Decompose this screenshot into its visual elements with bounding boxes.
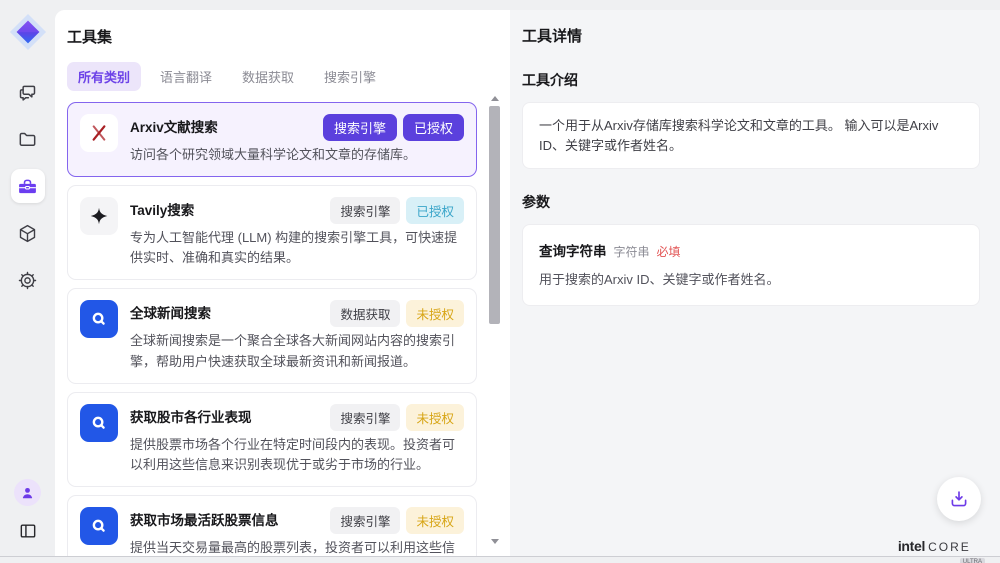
category-badge: 搜索引擎 bbox=[330, 507, 400, 534]
tool-description: 访问各个研究领域大量科学论文和文章的存储库。 bbox=[130, 145, 464, 165]
auth-status-badge: 已授权 bbox=[406, 197, 464, 224]
page-title: 工具集 bbox=[67, 26, 510, 47]
tool-body: Arxiv文献搜索 搜索引擎 已授权 访问各个研究领域大量科学论文和文章的存储库… bbox=[130, 114, 464, 165]
ultra-badge: ultra bbox=[960, 558, 985, 563]
folder-icon[interactable] bbox=[11, 122, 45, 156]
tool-badges: 搜索引擎 未授权 bbox=[330, 404, 464, 431]
param-required-badge: 必填 bbox=[657, 243, 681, 260]
tool-name: 获取市场最活跃股票信息 bbox=[130, 507, 279, 529]
category-tabs: 所有类别 语言翻译 数据获取 搜索引擎 bbox=[67, 62, 510, 91]
tool-body: 获取股市各行业表现 搜索引擎 未授权 提供股票市场各个行业在特定时间段内的表现。… bbox=[130, 404, 464, 475]
category-badge: 搜索引擎 bbox=[323, 114, 397, 141]
auth-status-badge: 未授权 bbox=[406, 507, 464, 534]
tool-card[interactable]: 获取股市各行业表现 搜索引擎 未授权 提供股票市场各个行业在特定时间段内的表现。… bbox=[67, 392, 477, 487]
auth-status-badge: 已授权 bbox=[403, 114, 464, 141]
param-description: 用于搜索的Arxiv ID、关键字或作者姓名。 bbox=[539, 269, 963, 288]
main-content: 工具集 所有类别 语言翻译 数据获取 搜索引擎 Arxiv文献搜索 搜索引擎 已… bbox=[55, 10, 1000, 556]
search-icon bbox=[80, 404, 118, 442]
tool-body: 获取市场最活跃股票信息 搜索引擎 未授权 提供当天交易量最高的股票列表，投资者可… bbox=[130, 507, 464, 556]
category-badge: 搜索引擎 bbox=[330, 197, 400, 224]
tool-badges: 搜索引擎 已授权 bbox=[330, 197, 464, 224]
toolbox-icon[interactable] bbox=[11, 169, 45, 203]
param-card: 查询字符串 字符串 必填 用于搜索的Arxiv ID、关键字或作者姓名。 bbox=[522, 224, 980, 306]
download-button[interactable] bbox=[937, 477, 981, 521]
tool-card[interactable]: 获取市场最活跃股票信息 搜索引擎 未授权 提供当天交易量最高的股票列表，投资者可… bbox=[67, 495, 477, 556]
tool-name: Arxiv文献搜索 bbox=[130, 114, 218, 136]
arxiv-icon bbox=[80, 114, 118, 152]
tool-description: 全球新闻搜索是一个聚合全球各大新闻网站内容的搜索引擎，帮助用户快速获取全球最新资… bbox=[130, 331, 464, 371]
tool-list: Arxiv文献搜索 搜索引擎 已授权 访问各个研究领域大量科学论文和文章的存储库… bbox=[67, 102, 510, 556]
sidebar-nav bbox=[11, 75, 45, 297]
scroll-up-arrow-icon[interactable] bbox=[491, 96, 499, 101]
intro-heading: 工具介绍 bbox=[522, 70, 980, 90]
tool-card[interactable]: 全球新闻搜索 数据获取 未授权 全球新闻搜索是一个聚合全球各大新闻网站内容的搜索… bbox=[67, 288, 477, 383]
tool-description: 提供当天交易量最高的股票列表，投资者可以利用这些信息来识别流动性强的股票和潜在的… bbox=[130, 538, 464, 556]
param-name: 查询字符串 bbox=[539, 240, 607, 260]
params-heading: 参数 bbox=[522, 192, 980, 212]
details-title: 工具详情 bbox=[522, 25, 980, 46]
tool-description: 专为人工智能代理 (LLM) 构建的搜索引擎工具，可快速提供实时、准确和真实的结… bbox=[130, 228, 464, 268]
search-icon bbox=[80, 300, 118, 338]
tool-badges: 搜索引擎 已授权 bbox=[323, 114, 464, 141]
intel-core-logo: intel core ultra bbox=[898, 538, 985, 554]
tool-badges: 搜索引擎 未授权 bbox=[330, 507, 464, 534]
tool-card[interactable]: Arxiv文献搜索 搜索引擎 已授权 访问各个研究领域大量科学论文和文章的存储库… bbox=[67, 102, 477, 177]
search-icon bbox=[80, 507, 118, 545]
sidebar-bottom bbox=[14, 479, 41, 544]
tool-body: Tavily搜索 搜索引擎 已授权 专为人工智能代理 (LLM) 构建的搜索引擎… bbox=[130, 197, 464, 268]
core-wordmark: core bbox=[928, 540, 971, 554]
gear-icon[interactable] bbox=[11, 263, 45, 297]
sparkle-icon bbox=[80, 197, 118, 235]
tool-name: Tavily搜索 bbox=[130, 197, 194, 219]
tab-language-translation[interactable]: 语言翻译 bbox=[149, 62, 223, 91]
tool-name: 获取股市各行业表现 bbox=[130, 404, 252, 426]
scroll-down-arrow-icon[interactable] bbox=[491, 539, 499, 544]
user-avatar-icon[interactable] bbox=[14, 479, 41, 506]
tab-data-acquisition[interactable]: 数据获取 bbox=[231, 62, 305, 91]
app-window: 工具集 所有类别 语言翻译 数据获取 搜索引擎 Arxiv文献搜索 搜索引擎 已… bbox=[0, 0, 1000, 557]
tool-name: 全球新闻搜索 bbox=[130, 300, 211, 322]
tool-badges: 数据获取 未授权 bbox=[330, 300, 464, 327]
scrollbar-thumb[interactable] bbox=[489, 106, 500, 324]
category-badge: 搜索引擎 bbox=[330, 404, 400, 431]
intro-card: 一个用于从Arxiv存储库搜索科学论文和文章的工具。 输入可以是Arxiv ID… bbox=[522, 102, 980, 169]
intel-wordmark: intel bbox=[898, 538, 925, 554]
tool-body: 全球新闻搜索 数据获取 未授权 全球新闻搜索是一个聚合全球各大新闻网站内容的搜索… bbox=[130, 300, 464, 371]
auth-status-badge: 未授权 bbox=[406, 300, 464, 327]
tool-card[interactable]: Tavily搜索 搜索引擎 已授权 专为人工智能代理 (LLM) 构建的搜索引擎… bbox=[67, 185, 477, 280]
auth-status-badge: 未授权 bbox=[406, 404, 464, 431]
panel-toggle-icon[interactable] bbox=[15, 518, 41, 544]
list-scrollbar bbox=[489, 96, 501, 544]
download-icon bbox=[948, 488, 970, 510]
chat-icon[interactable] bbox=[11, 75, 45, 109]
tool-description: 提供股票市场各个行业在特定时间段内的表现。投资者可以利用这些信息来识别表现优于或… bbox=[130, 435, 464, 475]
toolset-panel: 工具集 所有类别 语言翻译 数据获取 搜索引擎 Arxiv文献搜索 搜索引擎 已… bbox=[55, 10, 510, 556]
param-header: 查询字符串 字符串 必填 bbox=[539, 240, 963, 260]
tab-all-categories[interactable]: 所有类别 bbox=[67, 62, 141, 91]
param-type: 字符串 bbox=[614, 243, 650, 260]
cube-icon[interactable] bbox=[11, 216, 45, 250]
tab-search-engine[interactable]: 搜索引擎 bbox=[313, 62, 387, 91]
category-badge: 数据获取 bbox=[330, 300, 400, 327]
app-logo-icon bbox=[9, 13, 47, 51]
sidebar bbox=[0, 0, 55, 556]
tool-details-panel: 工具详情 工具介绍 一个用于从Arxiv存储库搜索科学论文和文章的工具。 输入可… bbox=[510, 10, 1000, 556]
